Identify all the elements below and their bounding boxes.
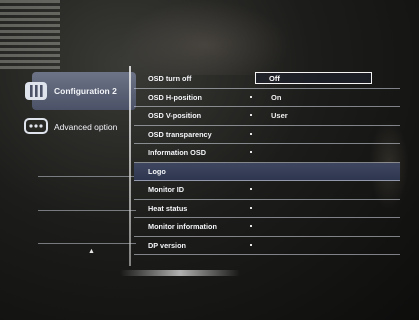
menu-item-monitor-id[interactable]: Monitor ID	[134, 181, 400, 200]
menu-item-label: Monitor information	[148, 222, 217, 232]
sidebar-divider	[38, 176, 136, 177]
sidebar-item-configuration-2[interactable]: Configuration 2	[25, 72, 136, 110]
option-label[interactable]: User	[271, 111, 288, 120]
bullet-dot	[250, 188, 252, 190]
menu-item-label: OSD turn off	[148, 74, 192, 84]
menu-item-label: Information OSD	[148, 148, 206, 158]
menu-item-label: DP version	[148, 240, 186, 250]
window-blind-reflection	[0, 0, 60, 70]
bullet-dot	[250, 95, 252, 98]
menu-item-heat-status[interactable]: Heat status	[134, 200, 400, 218]
menu-item-label: OSD transparency	[148, 129, 212, 139]
menu-item-logo[interactable]: Logo	[134, 162, 400, 181]
bullet-dot	[250, 114, 252, 116]
scroll-up-arrow-icon[interactable]: ▲	[88, 248, 95, 255]
option-label[interactable]: On	[271, 93, 281, 102]
menu-item-label: Monitor ID	[148, 185, 185, 195]
bullet-dot	[250, 151, 252, 153]
sidebar-divider	[38, 243, 136, 244]
menu-item-osd-h-position[interactable]: OSD H-position On	[134, 89, 400, 107]
panel-divider	[129, 66, 131, 266]
menu-item-monitor-information[interactable]: Monitor information	[134, 218, 400, 237]
sidebar-item-advanced-option[interactable]: Advanced option	[24, 110, 136, 144]
option-selected-box[interactable]: Off	[255, 72, 372, 84]
menu-item-osd-turn-off[interactable]: OSD turn off Off	[134, 70, 400, 89]
menu-item-label: Logo	[148, 166, 166, 176]
menu-item-label: OSD H-position	[148, 92, 202, 102]
monitor-bottom-glow	[120, 270, 240, 276]
monitor-photo: Configuration 2 Advanced option ▲ OSD tu…	[0, 0, 419, 320]
menu-item-information-osd[interactable]: Information OSD	[134, 144, 400, 163]
bullet-dot	[250, 206, 252, 209]
sidebar-item-label: Advanced option	[54, 122, 118, 132]
osd-menu-list: OSD turn off Off OSD H-position On OSD V…	[134, 70, 400, 255]
person-reflection	[120, 0, 290, 75]
menu-item-label: OSD V-position	[148, 111, 202, 121]
bullet-dot	[250, 225, 252, 227]
menu-item-osd-transparency[interactable]: OSD transparency	[134, 126, 400, 144]
osd-sidebar: Configuration 2 Advanced option ▲	[18, 66, 136, 266]
menu-item-label: Heat status	[148, 203, 188, 213]
menu-item-osd-v-position[interactable]: OSD V-position User	[134, 107, 400, 126]
bullet-dot	[250, 132, 252, 135]
chat-dots-icon	[24, 115, 48, 139]
bullet-dot	[250, 243, 252, 246]
sidebar-item-label: Configuration 2	[54, 86, 117, 96]
bars-icon	[24, 79, 48, 103]
sidebar-divider	[38, 210, 136, 211]
menu-item-dp-version[interactable]: DP version	[134, 237, 400, 255]
option-label: Off	[269, 74, 280, 83]
